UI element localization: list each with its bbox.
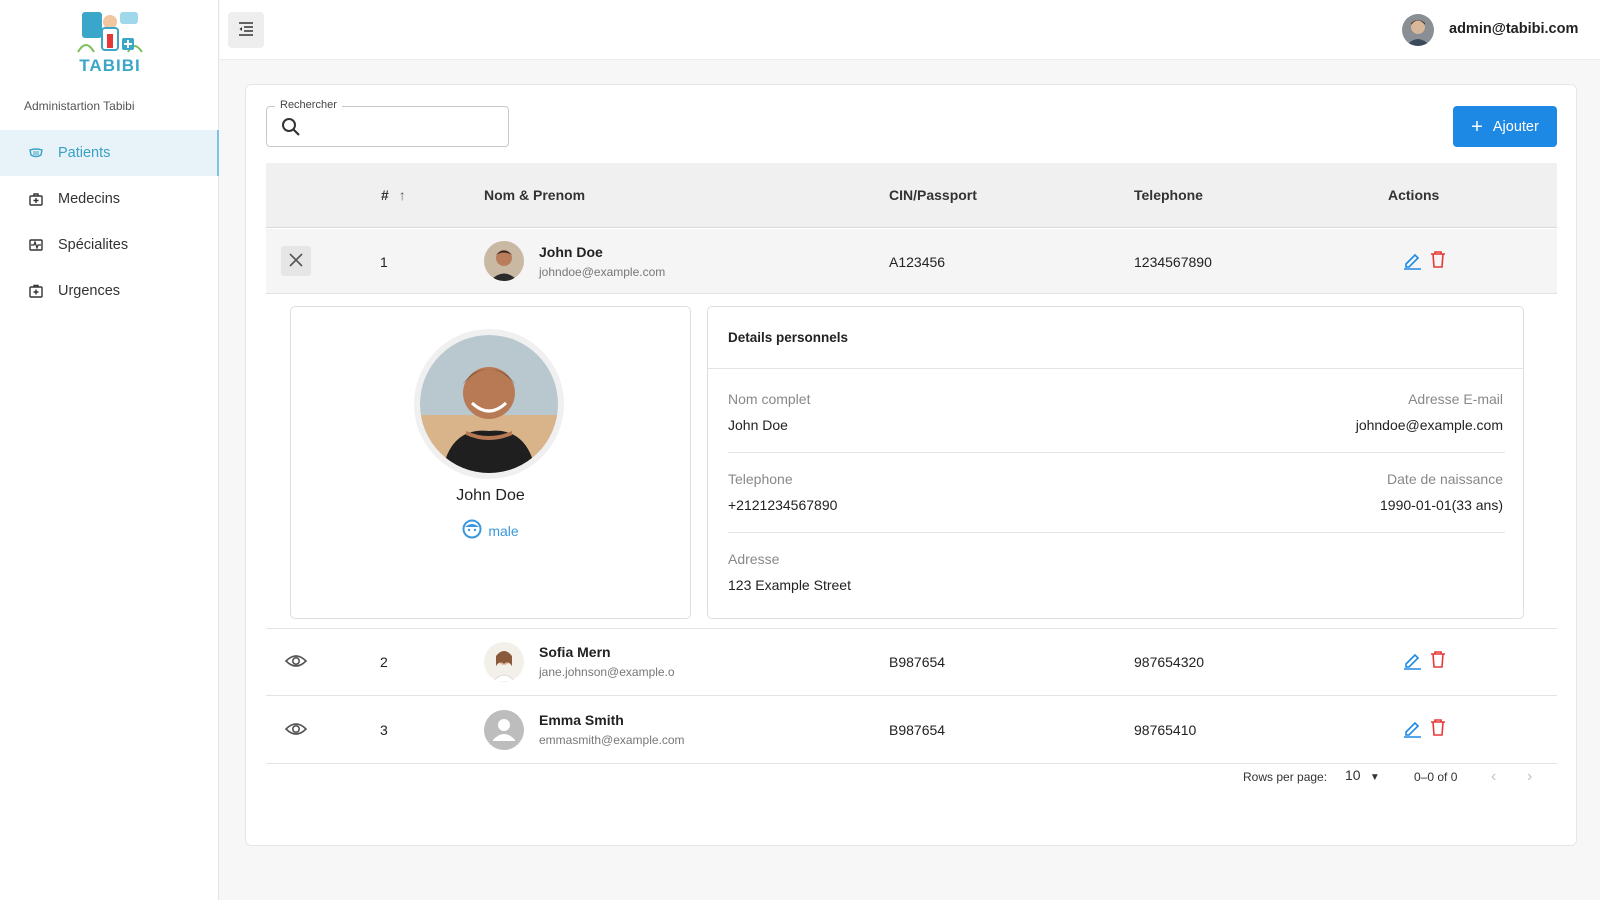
default-avatar-icon: [484, 710, 524, 750]
caret-down-icon: ▼: [1369, 772, 1380, 783]
patients-card: Rechercher + Ajouter # ↑ Nom & Prenom CI…: [245, 84, 1577, 846]
patient-phone: 987654320: [1134, 654, 1205, 670]
column-header-phone: Telephone: [1134, 187, 1203, 203]
sidebar-item-label: Spécialites: [58, 237, 129, 253]
user-email[interactable]: admin@tabibi.com: [1449, 21, 1578, 37]
patient-phone: 98765410: [1134, 722, 1197, 738]
patient-email: jane.johnson@example.o: [539, 665, 675, 679]
admin-subtitle: Administartion Tabibi: [24, 99, 135, 113]
user-avatar[interactable]: [1402, 14, 1434, 46]
column-header-name: Nom & Prenom: [484, 187, 586, 203]
collapse-row-button[interactable]: [281, 246, 311, 276]
rows-per-page-label: Rows per page:: [1243, 770, 1328, 784]
face-icon: [462, 519, 482, 542]
profile-name: John Doe: [456, 487, 525, 504]
dob-label: Date de naissance: [1387, 471, 1503, 487]
chevron-left-icon[interactable]: ‹: [1491, 768, 1496, 786]
full-name-value: John Doe: [728, 417, 788, 433]
gender-badge: male: [291, 519, 690, 542]
rows-per-page-select[interactable]: 10 ▼: [1345, 767, 1380, 783]
table-row[interactable]: 3 Emma Smith emmasmith@example.com B9876…: [266, 697, 1557, 764]
column-header-label: #: [381, 187, 389, 203]
avatar: [484, 642, 524, 682]
avatar: [484, 241, 524, 281]
edit-icon[interactable]: [1403, 719, 1422, 741]
patient-cin: B987654: [889, 722, 946, 738]
full-name-label: Nom complet: [728, 391, 811, 407]
search-field[interactable]: Rechercher: [266, 99, 509, 147]
edit-icon[interactable]: [1403, 651, 1422, 673]
medical-bag-icon: [28, 191, 44, 207]
patient-email: emmasmith@example.com: [539, 733, 685, 747]
table-row[interactable]: 1 John Doe johndoe@example.com A123456 1…: [266, 229, 1557, 294]
address-label: Adresse: [728, 551, 780, 567]
dob-value: 1990-01-01(33 ans): [1380, 497, 1503, 513]
delete-icon[interactable]: [1430, 250, 1446, 272]
gender-label: male: [488, 522, 519, 539]
first-aid-kit-icon: [28, 283, 44, 299]
patient-profile-card: John Doe male: [290, 306, 691, 619]
delete-icon[interactable]: [1430, 718, 1446, 740]
divider: [708, 368, 1523, 369]
patient-name: John Doe: [539, 244, 603, 260]
delete-icon[interactable]: [1430, 650, 1446, 672]
table-header: # ↑ Nom & Prenom CIN/Passport Telephone …: [266, 163, 1557, 228]
row-index: 1: [380, 254, 388, 270]
eye-icon[interactable]: [284, 653, 308, 672]
patient-name: Emma Smith: [539, 712, 624, 728]
patient-email: johndoe@example.com: [539, 265, 666, 279]
details-title: Details personnels: [728, 330, 849, 345]
chevron-right-icon[interactable]: ›: [1527, 768, 1532, 786]
close-icon: [289, 252, 303, 270]
plus-icon: +: [1471, 115, 1483, 138]
sidebar-item-label: Medecins: [58, 191, 121, 207]
table-row[interactable]: 2 Sofia Mern jane.johnson@example.o B987…: [266, 629, 1557, 696]
divider: [728, 532, 1505, 533]
add-patient-button[interactable]: + Ajouter: [1453, 106, 1557, 147]
search-label: Rechercher: [275, 99, 342, 111]
sidebar: TABIBI Administartion Tabibi Patients Me…: [0, 0, 219, 900]
sort-arrow-up-icon[interactable]: ↑: [399, 187, 406, 203]
patient-name: Sofia Mern: [539, 644, 611, 660]
sidebar-item-label: Urgences: [58, 283, 121, 299]
column-header-actions: Actions: [1388, 187, 1440, 203]
sidebar-item-label: Patients: [58, 145, 111, 161]
topbar: admin@tabibi.com: [220, 0, 1600, 60]
personal-details-card: Details personnels Nom complet John Doe …: [707, 306, 1524, 619]
sidebar-nav: Patients Medecins Spécialites Urgences: [0, 130, 219, 314]
patient-cin: B987654: [889, 654, 946, 670]
row-index: 2: [380, 654, 388, 670]
sidebar-item-patients[interactable]: Patients: [0, 130, 219, 176]
patient-cin: A123456: [889, 254, 946, 270]
divider: [728, 452, 1505, 453]
menu-collapse-icon: [238, 21, 254, 39]
sidebar-item-urgences[interactable]: Urgences: [0, 268, 219, 314]
address-value: 123 Example Street: [728, 577, 851, 593]
pagination-range: 0–0 of 0: [1414, 770, 1458, 784]
eye-icon[interactable]: [284, 721, 308, 740]
column-header-cin: CIN/Passport: [889, 187, 977, 203]
mask-icon: [28, 145, 44, 161]
phone-label: Telephone: [728, 471, 793, 487]
brand-name: TABIBI: [79, 56, 141, 75]
column-header-index[interactable]: # ↑: [381, 187, 406, 203]
email-label: Adresse E-mail: [1408, 391, 1503, 407]
sidebar-item-medecins[interactable]: Medecins: [0, 176, 219, 222]
edit-icon[interactable]: [1403, 251, 1422, 273]
add-button-label: Ajouter: [1492, 118, 1539, 135]
menu-toggle-button[interactable]: [228, 12, 264, 48]
row-index: 3: [380, 722, 388, 738]
sidebar-item-specialites[interactable]: Spécialites: [0, 222, 219, 268]
rows-per-page-value: 10: [1345, 767, 1361, 783]
profile-photo: [414, 329, 564, 479]
ecg-icon: [28, 237, 44, 253]
search-icon: [281, 117, 301, 140]
phone-value: +2121234567890: [728, 497, 838, 513]
email-value: johndoe@example.com: [1355, 417, 1503, 433]
patient-phone: 1234567890: [1134, 254, 1212, 270]
